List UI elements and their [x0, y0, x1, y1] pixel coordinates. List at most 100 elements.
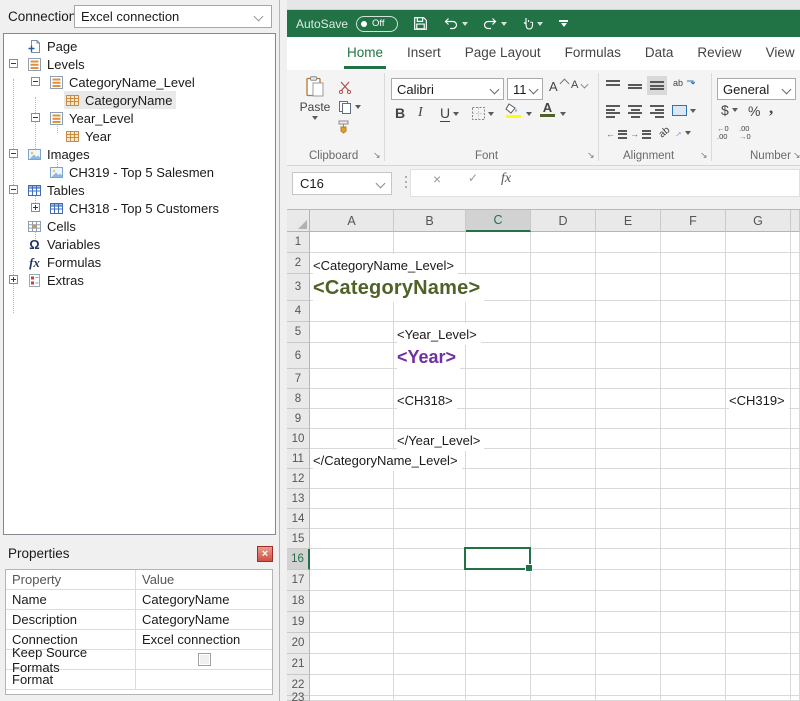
undo-button[interactable]: [443, 16, 468, 31]
align-bottom-button[interactable]: [647, 76, 667, 95]
grow-font-button[interactable]: A: [549, 79, 568, 94]
wrap-text-button[interactable]: ab: [673, 78, 695, 88]
tree-item-page[interactable]: Page: [4, 37, 275, 55]
align-middle-button[interactable]: [628, 80, 642, 89]
borders-button[interactable]: [472, 107, 494, 120]
comma-style-button[interactable]: ,: [769, 98, 773, 118]
orientation-button[interactable]: ab→: [659, 127, 691, 138]
tree-item-ch319-top-5-salesmen[interactable]: CH319 - Top 5 Salesmen: [4, 163, 275, 181]
align-center-button[interactable]: [628, 105, 642, 118]
save-button[interactable]: [412, 15, 429, 32]
tree-item-formulas[interactable]: fxFormulas: [4, 253, 275, 271]
number-dialog-launcher[interactable]: ↘: [793, 150, 800, 161]
tree-node[interactable]: Images: [26, 145, 94, 163]
underline-button[interactable]: U: [440, 105, 459, 122]
tab-data[interactable]: Data: [633, 37, 686, 70]
property-value[interactable]: [136, 650, 272, 669]
name-box-value: C16: [300, 176, 324, 191]
accounting-format-button[interactable]: $: [721, 102, 738, 118]
levels-icon: [49, 75, 64, 90]
tree-node[interactable]: Levels: [26, 55, 89, 73]
tab-insert[interactable]: Insert: [395, 37, 453, 70]
tab-formulas[interactable]: Formulas: [553, 37, 633, 70]
cut-button[interactable]: [338, 80, 352, 94]
copy-button[interactable]: [338, 100, 361, 114]
redo-button[interactable]: [482, 16, 507, 31]
touch-mode-button[interactable]: [521, 16, 543, 31]
tree-item-cells[interactable]: Cells: [4, 217, 275, 235]
font-name-combo[interactable]: Calibri: [391, 78, 504, 100]
tree-item-ch318-top-5-customers[interactable]: CH318 - Top 5 Customers: [4, 199, 275, 217]
customize-quick-access-button[interactable]: [559, 20, 568, 27]
tree-item-extras[interactable]: Extras: [4, 271, 275, 289]
tree-item-year-level[interactable]: Year_Level: [4, 109, 275, 127]
property-value[interactable]: CategoryName: [136, 590, 272, 609]
property-value[interactable]: [136, 670, 272, 689]
decrease-indent-button[interactable]: ←: [606, 129, 632, 139]
increase-indent-button[interactable]: →: [630, 129, 656, 139]
tree-node[interactable]: CategoryName: [64, 91, 176, 109]
number-format-combo[interactable]: General: [717, 78, 796, 100]
keep-source-formats-checkbox[interactable]: [198, 653, 211, 666]
paste-button[interactable]: Paste: [295, 76, 335, 120]
bold-button[interactable]: B: [395, 105, 405, 121]
collapse-minus-icon[interactable]: [31, 113, 40, 122]
connection-select[interactable]: Excel connection: [74, 5, 272, 28]
tree-node[interactable]: CH318 - Top 5 Customers: [48, 199, 223, 217]
collapse-minus-icon[interactable]: [9, 185, 18, 194]
tree-item-categoryname-level[interactable]: CategoryName_Level: [4, 73, 275, 91]
collapse-minus-icon[interactable]: [9, 149, 18, 158]
autosave-toggle[interactable]: Off: [356, 16, 398, 32]
alignment-dialog-launcher[interactable]: ↘: [700, 150, 708, 161]
tree-item-tables[interactable]: Tables: [4, 181, 275, 199]
property-value[interactable]: CategoryName: [136, 610, 272, 629]
tree-node[interactable]: Tables: [26, 181, 89, 199]
tree-node[interactable]: Page: [26, 37, 81, 55]
align-top-button[interactable]: [606, 80, 620, 89]
decrease-decimal-button[interactable]: .00→0: [739, 125, 751, 141]
tree-node[interactable]: CH319 - Top 5 Salesmen: [48, 163, 218, 181]
expand-plus-icon[interactable]: [9, 275, 18, 284]
tab-view[interactable]: View: [754, 37, 800, 70]
tree-node[interactable]: fxFormulas: [26, 253, 105, 271]
font-size-combo[interactable]: 11: [507, 78, 543, 100]
close-icon[interactable]: ×: [257, 546, 273, 562]
cancel-entry-icon[interactable]: ×: [433, 171, 441, 187]
save-icon: [412, 15, 429, 32]
tab-home[interactable]: Home: [335, 37, 395, 70]
insert-function-icon[interactable]: fx: [501, 171, 511, 187]
tab-page-layout[interactable]: Page Layout: [453, 37, 553, 70]
format-painter-button[interactable]: [337, 120, 350, 134]
confirm-entry-icon[interactable]: ✓: [468, 171, 478, 185]
tree-node[interactable]: ΩVariables: [26, 235, 104, 253]
percent-style-button[interactable]: %: [748, 103, 760, 119]
merge-center-button[interactable]: [672, 105, 696, 116]
fill-color-button[interactable]: [505, 103, 521, 118]
fill-color-dropdown[interactable]: [526, 112, 532, 116]
tree-item-levels[interactable]: Levels: [4, 55, 275, 73]
tree-node[interactable]: CategoryName_Level: [48, 73, 199, 91]
clipboard-dialog-launcher[interactable]: ↘: [373, 150, 381, 161]
tree-node[interactable]: Year: [64, 127, 115, 145]
italic-button[interactable]: I: [418, 105, 423, 121]
font-dialog-launcher[interactable]: ↘: [587, 150, 595, 161]
tree-node[interactable]: Year_Level: [48, 109, 138, 127]
font-color-dropdown[interactable]: [560, 112, 566, 116]
tree-item-categoryname[interactable]: CategoryName: [4, 91, 275, 109]
expand-plus-icon[interactable]: [31, 203, 40, 212]
increase-decimal-button[interactable]: ←0.00: [717, 125, 729, 141]
tree-item-year[interactable]: Year: [4, 127, 275, 145]
tab-review[interactable]: Review: [685, 37, 753, 70]
property-value[interactable]: Excel connection: [136, 630, 272, 649]
tree-item-variables[interactable]: ΩVariables: [4, 235, 275, 253]
collapse-minus-icon[interactable]: [31, 77, 40, 86]
tree-node[interactable]: Cells: [26, 217, 80, 235]
align-right-button[interactable]: [650, 105, 664, 118]
tree-item-images[interactable]: Images: [4, 145, 275, 163]
name-box[interactable]: C16: [292, 172, 392, 195]
tree-node[interactable]: Extras: [26, 271, 88, 289]
shrink-font-button[interactable]: A: [571, 79, 588, 91]
font-color-button[interactable]: A: [540, 101, 555, 117]
align-left-button[interactable]: [606, 105, 620, 118]
collapse-minus-icon[interactable]: [9, 59, 18, 68]
